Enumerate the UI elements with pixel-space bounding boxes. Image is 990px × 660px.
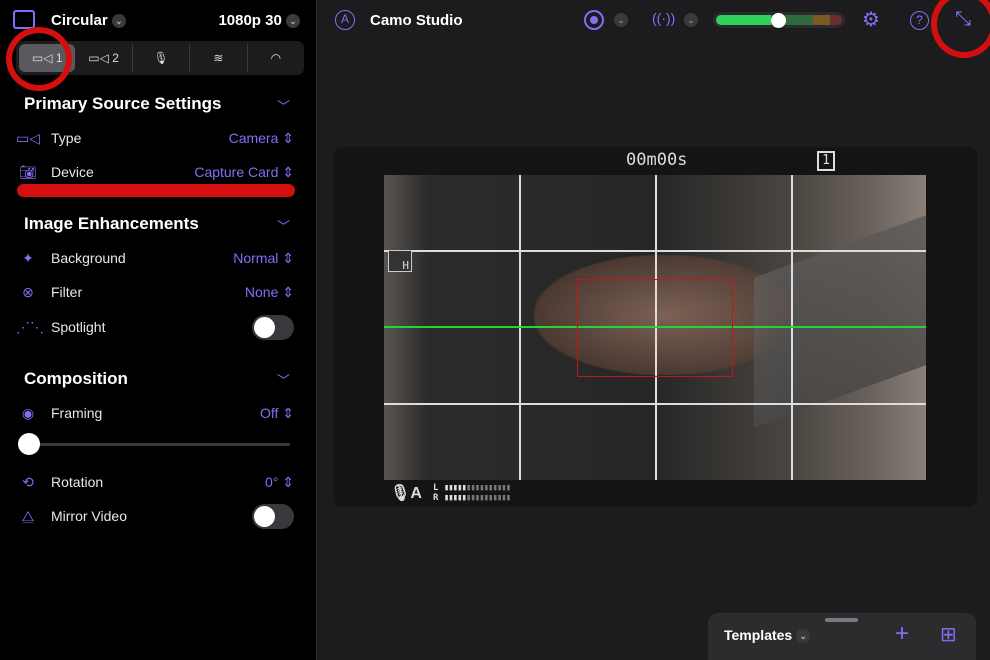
- type-value: Camera: [228, 130, 279, 146]
- layers-icon: ≋: [213, 51, 224, 65]
- hdr-label: H: [402, 259, 409, 272]
- meter-right-label: R: [433, 493, 439, 503]
- help-icon[interactable]: ?: [910, 11, 929, 30]
- rotation-value: 0°: [264, 474, 279, 490]
- updown-chevron-icon: ⇕: [278, 404, 294, 421]
- framing-label: Framing: [51, 405, 103, 421]
- templates-selector[interactable]: Templates ⌄: [724, 627, 811, 644]
- layout-name: Circular: [51, 12, 108, 29]
- annotation-circle: [6, 27, 72, 91]
- record-icon: [590, 16, 598, 24]
- camera-type-icon: ▭◁: [16, 129, 40, 146]
- filter-value: None: [244, 284, 279, 300]
- filter-icon: ⊗: [22, 283, 34, 300]
- tab-layers[interactable]: ≋: [190, 44, 248, 72]
- camera-video-feed[interactable]: [384, 175, 926, 480]
- rotate-icon: ⟲: [22, 473, 34, 490]
- audio-channel-label: A: [410, 485, 422, 502]
- audio-level-thumb[interactable]: [771, 13, 786, 28]
- background-row[interactable]: ✦ Background Normal ⇕: [16, 246, 294, 270]
- annotation-highlight-bar: [17, 184, 295, 197]
- microphone-icon: 🎙︎: [390, 485, 411, 502]
- sidebar: Circular ⌄ 1080p 30 ⌄ ▭◁ 1 ▭◁ 2 🎙︎ ≋ ◠ P…: [0, 0, 317, 660]
- spotlight-icon: ⋰⋱: [16, 318, 44, 335]
- sparkle-icon: ✦: [22, 249, 34, 266]
- mirror-toggle[interactable]: [252, 503, 294, 529]
- camo-logo-icon: A: [335, 10, 355, 30]
- device-label: Device: [51, 164, 94, 180]
- rotation-row[interactable]: ⟲ Rotation 0° ⇕: [16, 470, 294, 494]
- mirror-icon: ⧋: [21, 507, 35, 524]
- record-options-chevron-icon[interactable]: ⌄: [614, 13, 628, 27]
- type-row[interactable]: ▭◁ Type Camera ⇕: [16, 126, 294, 150]
- annotation-circle: [931, 0, 990, 58]
- video-camera-icon: ▭◁: [88, 51, 109, 65]
- spotlight-toggle[interactable]: [252, 314, 294, 340]
- resolution-selector[interactable]: 1080p 30 ⌄: [218, 12, 300, 29]
- spotlight-label: Spotlight: [51, 319, 106, 335]
- collapse-enhancements-chevron-icon[interactable]: ﹀: [277, 216, 290, 235]
- add-template-icon[interactable]: +: [895, 620, 909, 648]
- layout-selector[interactable]: Circular ⌄: [51, 12, 126, 29]
- background-value: Normal: [233, 250, 279, 266]
- section-title-enhancements: Image Enhancements: [24, 214, 199, 233]
- audio-level-meter[interactable]: [713, 12, 845, 28]
- templates-drawer[interactable]: Templates ⌄ + ⊞: [708, 613, 976, 660]
- focus-area-box: [577, 279, 733, 377]
- broadcast-icon[interactable]: ((·)): [652, 10, 675, 26]
- framing-slider-track[interactable]: [20, 443, 290, 446]
- audio-level-bars: L ▮▮▮▮▮▮▮▮▮▮▮▮▮▮▮ R ▮▮▮▮▮▮▮▮▮▮▮▮▮▮▮: [433, 483, 511, 503]
- updown-chevron-icon: ⇕: [278, 163, 294, 180]
- grid-view-icon[interactable]: ⊞: [940, 622, 957, 647]
- hdr-icon: H: [388, 250, 412, 272]
- updown-chevron-icon: ⇕: [278, 473, 294, 490]
- mirror-label: Mirror Video: [51, 508, 127, 524]
- device-value: Capture Card: [194, 164, 279, 180]
- templates-label: Templates: [724, 627, 793, 643]
- filter-label: Filter: [51, 284, 83, 300]
- tab-performance[interactable]: ◠: [248, 44, 304, 72]
- updown-chevron-icon: ⇕: [278, 283, 294, 300]
- updown-chevron-icon: ⇕: [278, 249, 294, 266]
- camera-icon: 📷︎: [19, 163, 37, 180]
- sidebar-toggle-icon[interactable]: [13, 10, 35, 29]
- gauge-icon: ◠: [270, 51, 282, 65]
- section-title-composition: Composition: [24, 369, 128, 388]
- collapse-composition-chevron-icon[interactable]: ﹀: [277, 370, 290, 389]
- chevron-down-icon: ⌄: [111, 14, 126, 29]
- microphone-icon: 🎙︎: [153, 51, 169, 65]
- chevron-down-icon: ⌄: [286, 14, 300, 29]
- app-title: Camo Studio: [370, 12, 463, 29]
- framing-value: Off: [259, 405, 279, 421]
- person-circle-icon: ◉: [21, 404, 35, 421]
- resolution-value: 1080p 30: [218, 12, 282, 29]
- tablet-image-region: [754, 212, 926, 428]
- framing-slider-thumb[interactable]: [18, 433, 40, 455]
- framing-row[interactable]: ◉ Framing Off ⇕: [16, 401, 294, 425]
- spotlight-row: ⋰⋱ Spotlight: [16, 314, 294, 340]
- record-button[interactable]: [584, 10, 604, 30]
- filter-row[interactable]: ⊗ Filter None ⇕: [16, 280, 294, 304]
- section-title-primary: Primary Source Settings: [24, 94, 222, 113]
- recording-timecode: 00m00s: [626, 150, 688, 170]
- updown-chevron-icon: ⇕: [278, 129, 294, 146]
- tab-label: 2: [112, 51, 119, 65]
- settings-gear-icon[interactable]: ⚙: [862, 7, 880, 32]
- mirror-row: ⧋ Mirror Video: [16, 503, 294, 529]
- battery-indicator-icon: 1: [817, 151, 835, 171]
- collapse-primary-chevron-icon[interactable]: ﹀: [277, 96, 290, 115]
- tab-audio[interactable]: 🎙︎: [133, 44, 191, 72]
- device-row[interactable]: 📷︎ Device Capture Card ⇕: [16, 160, 294, 184]
- background-label: Background: [51, 250, 126, 266]
- type-label: Type: [51, 130, 82, 146]
- meter-left-label: L: [433, 483, 439, 493]
- audio-channel-indicator: 🎙︎A: [390, 483, 422, 503]
- chevron-down-icon: ⌄: [796, 629, 811, 644]
- rotation-label: Rotation: [51, 474, 104, 490]
- drawer-handle[interactable]: [825, 618, 858, 622]
- tab-camera-2[interactable]: ▭◁ 2: [75, 44, 133, 72]
- stream-options-chevron-icon[interactable]: ⌄: [684, 13, 698, 27]
